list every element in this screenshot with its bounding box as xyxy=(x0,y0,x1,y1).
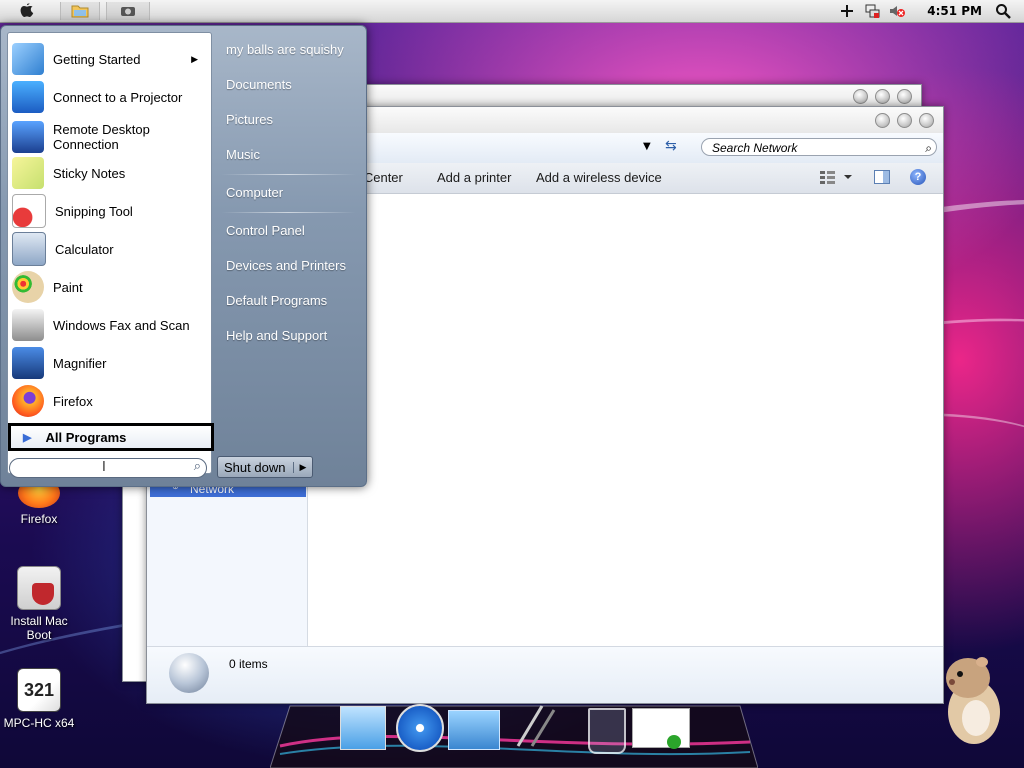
fax-scanner-icon xyxy=(12,309,44,341)
menu-bar-clock[interactable]: 4:51 PM xyxy=(927,4,982,18)
documents-link[interactable]: Documents xyxy=(226,77,292,92)
computer-link[interactable]: Computer xyxy=(226,185,283,200)
projector-icon xyxy=(12,81,44,113)
program-getting-started[interactable]: Getting Started ▶ xyxy=(12,41,208,77)
search-icon: ⌕ xyxy=(925,141,932,155)
camera-icon[interactable] xyxy=(106,2,150,20)
program-firefox[interactable]: Firefox xyxy=(12,383,208,419)
search-icon: ⌕ xyxy=(193,459,201,474)
program-label: Magnifier xyxy=(53,355,107,371)
program-connect-projector[interactable]: Connect to a Projector xyxy=(12,79,208,115)
menu-separator xyxy=(221,174,356,175)
window-thumbnail-icon[interactable] xyxy=(632,708,690,749)
firefox-icon xyxy=(12,385,44,417)
program-fax-scan[interactable]: Windows Fax and Scan xyxy=(12,307,208,343)
program-label: Windows Fax and Scan xyxy=(53,317,190,333)
add-wireless-device-button[interactable]: Add a wireless device xyxy=(536,170,662,185)
maximize-button[interactable] xyxy=(875,89,890,104)
program-sticky-notes[interactable]: Sticky Notes xyxy=(12,155,208,191)
start-menu-programs-pane: Getting Started ▶ Connect to a Projector… xyxy=(7,32,214,474)
desktop-icon-label: Firefox xyxy=(20,512,58,526)
program-snipping-tool[interactable]: Snipping Tool xyxy=(12,193,208,229)
user-folder-link[interactable]: my balls are squishy xyxy=(226,42,344,57)
desktop-icon-label: MPC-HC x64 xyxy=(3,716,75,730)
remote-desktop-icon xyxy=(12,121,44,153)
program-calculator[interactable]: Calculator xyxy=(12,231,208,267)
mpc-hc-icon: 321 xyxy=(17,668,61,712)
plus-icon[interactable] xyxy=(838,2,856,20)
hamster-widget-icon[interactable] xyxy=(938,648,1006,748)
paint-palette-icon xyxy=(12,271,44,303)
program-label: Calculator xyxy=(55,241,114,257)
address-dropdown-icon[interactable]: ▼ xyxy=(643,141,651,152)
paint-brush-icon[interactable] xyxy=(512,702,558,748)
devices-printers-link[interactable]: Devices and Printers xyxy=(226,258,346,273)
start-search-input[interactable]: I ⌕ xyxy=(9,458,207,478)
shut-down-button[interactable]: Shut down ▶ xyxy=(217,456,313,478)
add-printer-button[interactable]: Add a printer xyxy=(437,170,511,185)
all-programs-arrow-icon: ▶ xyxy=(23,431,32,444)
top-menu-bar: 4:51 PM xyxy=(0,0,1024,23)
program-label: Sticky Notes xyxy=(53,165,126,181)
view-options-icon[interactable] xyxy=(819,169,853,188)
pictures-link[interactable]: Pictures xyxy=(226,112,273,127)
search-network-input[interactable]: Search Network ⌕ xyxy=(701,138,937,156)
network-icon[interactable] xyxy=(862,2,882,20)
all-programs-label: All Programs xyxy=(45,429,127,445)
close-button[interactable] xyxy=(919,113,934,128)
volume-muted-icon[interactable] xyxy=(886,2,908,20)
utorrent-icon xyxy=(667,735,681,749)
preview-pane-icon[interactable] xyxy=(874,170,890,187)
minimize-button[interactable] xyxy=(875,113,890,128)
control-panel-link[interactable]: Control Panel xyxy=(226,223,305,238)
weather-widget-icon[interactable] xyxy=(448,710,500,750)
sticky-notes-icon xyxy=(12,157,44,189)
refresh-icon[interactable]: ⇆ xyxy=(665,138,677,154)
program-paint[interactable]: Paint xyxy=(12,269,208,305)
submenu-arrow-icon: ▶ xyxy=(191,53,198,64)
magnifier-icon xyxy=(12,347,44,379)
folder-icon[interactable] xyxy=(60,2,100,20)
program-magnifier[interactable]: Magnifier xyxy=(12,345,208,381)
getting-started-icon xyxy=(12,43,44,75)
shut-down-label: Shut down xyxy=(224,459,286,475)
menu-separator xyxy=(221,212,356,213)
program-label: Getting Started xyxy=(53,51,141,67)
music-link[interactable]: Music xyxy=(226,147,260,162)
start-menu: Getting Started ▶ Connect to a Projector… xyxy=(0,25,367,487)
program-label: Firefox xyxy=(53,393,93,409)
dock xyxy=(270,702,758,768)
search-placeholder: Search Network xyxy=(712,141,798,155)
program-label: Remote Desktop Connection xyxy=(53,122,150,152)
help-icon[interactable]: ? xyxy=(910,169,926,185)
program-label: Paint xyxy=(53,279,83,295)
install-package-icon xyxy=(17,566,61,610)
desktop-icon-install-mac-boot[interactable]: Install Mac Boot xyxy=(0,566,79,642)
minimize-button[interactable] xyxy=(853,89,868,104)
safari-compass-icon[interactable] xyxy=(396,704,444,752)
help-support-link[interactable]: Help and Support xyxy=(226,328,327,343)
trash-icon[interactable] xyxy=(588,708,626,754)
details-pane: 0 items xyxy=(147,646,943,703)
program-label: Connect to a Projector xyxy=(53,89,183,105)
scissors-icon xyxy=(12,194,46,228)
text-cursor-icon: I xyxy=(102,460,106,475)
maximize-button[interactable] xyxy=(897,113,912,128)
program-remote-desktop[interactable]: Remote Desktop Connection xyxy=(12,117,208,157)
program-label: Snipping Tool xyxy=(55,203,133,219)
default-programs-link[interactable]: Default Programs xyxy=(226,293,327,308)
close-button[interactable] xyxy=(897,89,912,104)
desktop-icon-label: Install Mac Boot xyxy=(10,614,68,642)
calculator-icon xyxy=(12,232,46,266)
spotlight-search-icon[interactable] xyxy=(993,2,1013,20)
network-globe-icon xyxy=(169,653,209,693)
all-programs-button[interactable]: ▶ All Programs xyxy=(8,423,214,451)
finder-app-icon[interactable] xyxy=(340,706,386,750)
shut-down-options-arrow-icon[interactable]: ▶ xyxy=(293,461,312,473)
desktop-icon-mpc-hc[interactable]: 321 MPC-HC x64 xyxy=(0,668,79,730)
item-count: 0 items xyxy=(229,657,268,671)
apple-icon[interactable] xyxy=(16,2,38,20)
